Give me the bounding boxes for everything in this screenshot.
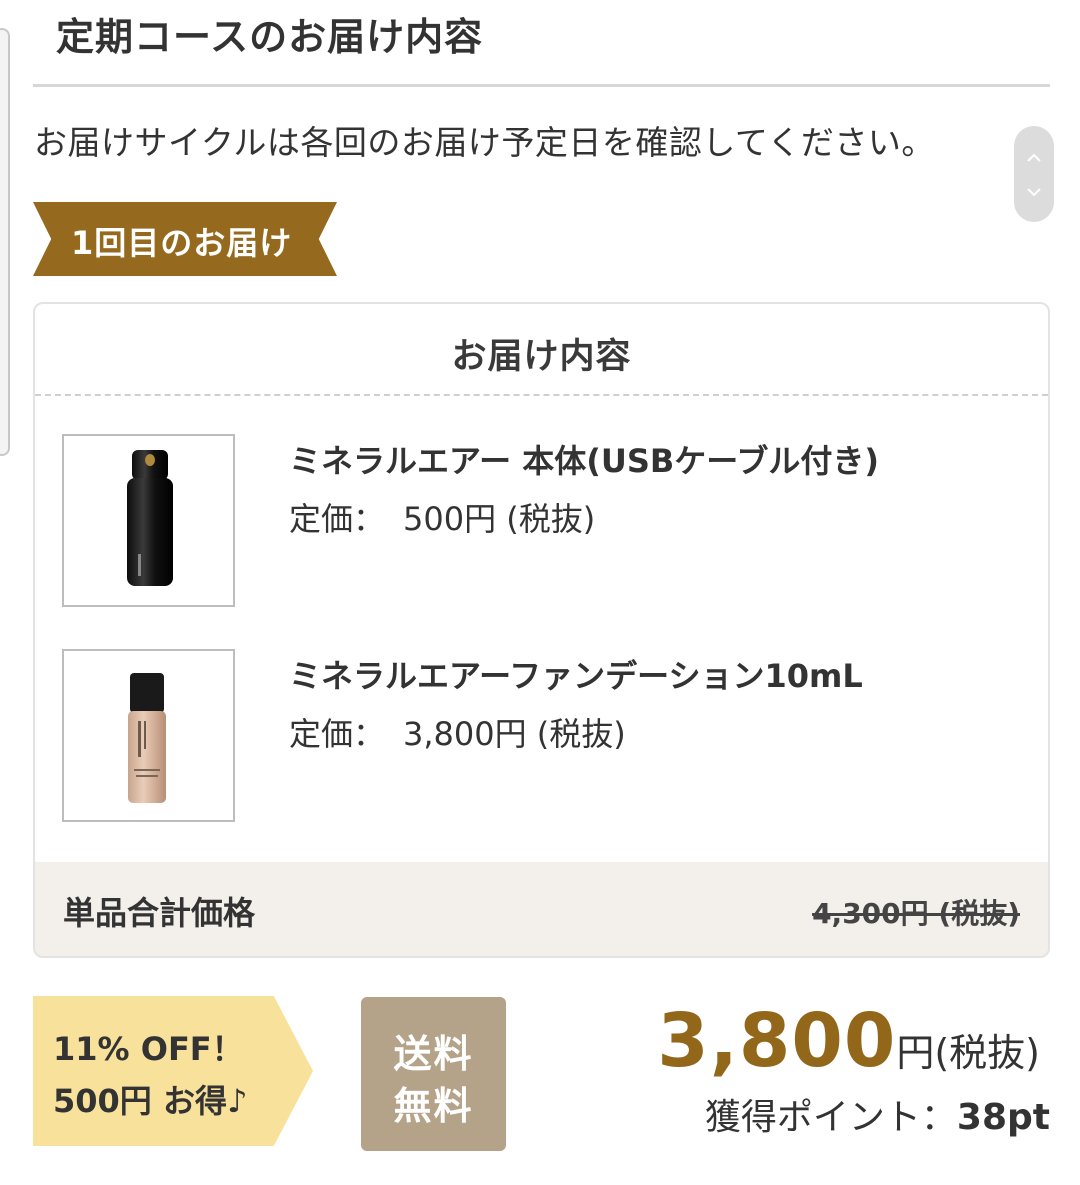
free-shipping-line1: 送料 bbox=[393, 1032, 474, 1076]
chevron-up-icon[interactable] bbox=[1014, 146, 1054, 168]
price-label: 定価： bbox=[289, 500, 386, 538]
title-divider bbox=[33, 84, 1050, 87]
delivery-content-card: お届け内容 ミネラルエアー 本体(USBケーブル付き) 定価： 500円 (税抜… bbox=[33, 302, 1050, 958]
free-shipping-badge: 送料 無料 bbox=[361, 997, 506, 1151]
free-shipping-line2: 無料 bbox=[393, 1084, 474, 1128]
delivery-number-label: 1回目のお届け bbox=[71, 224, 293, 262]
product-item: ミネラルエアー 本体(USBケーブル付き) 定価： 500円 (税抜) bbox=[35, 434, 1048, 609]
page-scroll-edge bbox=[0, 28, 10, 456]
total-price: 3,800円(税抜) bbox=[657, 998, 1040, 1084]
section-title: 定期コースのお届け内容 bbox=[56, 15, 484, 59]
price-label: 定価： bbox=[289, 715, 386, 753]
product-price: 定価： 500円 (税抜) bbox=[289, 494, 595, 540]
discount-amount: 500円 お得♪ bbox=[53, 1082, 248, 1120]
card-header: お届け内容 bbox=[35, 304, 1048, 396]
points-label: 獲得ポイント： bbox=[704, 1097, 957, 1138]
scroll-control[interactable] bbox=[1014, 126, 1054, 222]
product-image-foundation bbox=[62, 649, 235, 822]
product-item: ミネラルエアーファンデーション10mL 定価： 3,800円 (税抜) bbox=[35, 649, 1048, 824]
price-value: 3,800円 (税抜) bbox=[403, 715, 626, 753]
subtotal-row: 単品合計価格 4,300円 (税抜) bbox=[35, 862, 1048, 956]
discount-percent: 11% OFF！ bbox=[53, 1030, 244, 1068]
card-title: お届け内容 bbox=[451, 337, 632, 377]
price-value: 500円 (税抜) bbox=[403, 500, 596, 538]
product-name: ミネラルエアー 本体(USBケーブル付き) bbox=[289, 442, 879, 480]
subtotal-label: 単品合計価格 bbox=[63, 894, 256, 932]
discount-badge: 11% OFF！ 500円 お得♪ bbox=[33, 996, 313, 1146]
delivery-notice: お届けサイクルは各回のお届け予定日を確認してください。 bbox=[34, 123, 935, 162]
delivery-number-ribbon: 1回目のお届け bbox=[33, 202, 337, 276]
total-price-unit: 円(税抜) bbox=[896, 1031, 1040, 1075]
chevron-down-icon[interactable] bbox=[1014, 180, 1054, 202]
total-price-value: 3,800 bbox=[657, 998, 897, 1084]
product-price: 定価： 3,800円 (税抜) bbox=[289, 709, 626, 755]
product-name: ミネラルエアーファンデーション10mL bbox=[289, 657, 863, 695]
subtotal-original-price: 4,300円 (税抜) bbox=[812, 897, 1020, 930]
product-image-mineral-air-device bbox=[62, 434, 235, 607]
earned-points: 獲得ポイント：38pt bbox=[705, 1088, 1050, 1140]
points-value: 38pt bbox=[956, 1097, 1050, 1138]
